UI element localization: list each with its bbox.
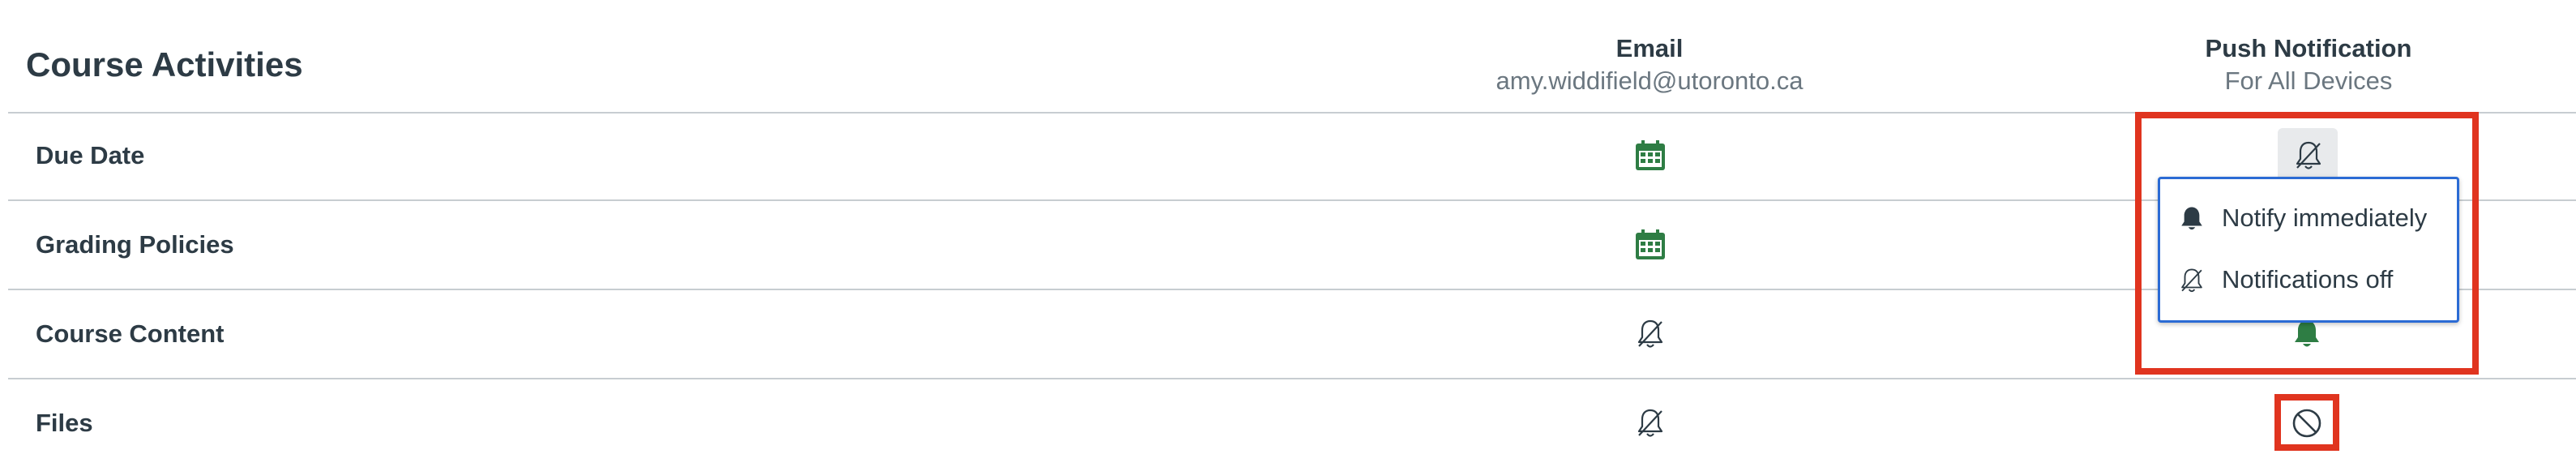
menu-item-notifications-off[interactable]: Notifications off bbox=[2160, 251, 2457, 312]
row-label-grading-policies: Grading Policies bbox=[36, 230, 234, 259]
calendar-icon[interactable] bbox=[1634, 229, 1667, 261]
push-column-subtitle: For All Devices bbox=[2224, 66, 2393, 95]
divider bbox=[8, 378, 2576, 379]
bell-off-icon[interactable] bbox=[1634, 407, 1667, 439]
bell-off-icon[interactable] bbox=[1634, 318, 1667, 350]
push-column-header: Push Notification For All Devices bbox=[2146, 32, 2471, 97]
table-header: Course Activities Email amy.widdifield@u… bbox=[0, 0, 2576, 112]
email-column-header: Email amy.widdifield@utoronto.ca bbox=[1487, 32, 1812, 97]
highlight-box bbox=[2274, 394, 2339, 451]
menu-item-label: Notifications off bbox=[2222, 265, 2394, 293]
section-title: Course Activities bbox=[26, 45, 303, 84]
calendar-icon[interactable] bbox=[1634, 139, 1667, 172]
menu-item-notify-immediately[interactable]: Notify immediately bbox=[2160, 189, 2457, 251]
bell-off-icon bbox=[2178, 267, 2206, 294]
notification-options-menu: Notify immediately Notifications off bbox=[2158, 177, 2459, 323]
email-address: amy.widdifield@utoronto.ca bbox=[1496, 66, 1804, 95]
menu-item-label: Notify immediately bbox=[2222, 204, 2428, 232]
push-column-title: Push Notification bbox=[2205, 34, 2412, 62]
row-label-files: Files bbox=[36, 409, 93, 437]
bell-icon bbox=[2178, 205, 2206, 233]
email-column-title: Email bbox=[1615, 34, 1684, 62]
row-label-course-content: Course Content bbox=[36, 319, 225, 348]
row-label-due-date: Due Date bbox=[36, 141, 145, 169]
